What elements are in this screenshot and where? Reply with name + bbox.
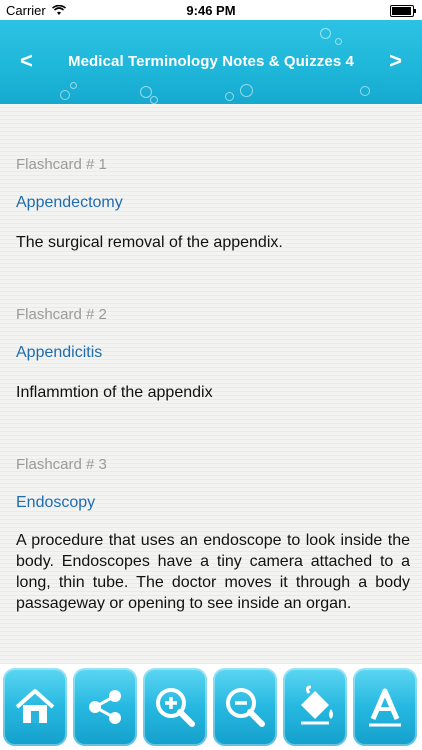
home-button[interactable] (3, 668, 67, 746)
decorative-bubble (240, 84, 253, 97)
previous-button[interactable]: < (20, 48, 33, 74)
next-button[interactable]: > (389, 48, 402, 74)
decorative-bubble (335, 38, 342, 45)
decorative-bubble (60, 90, 70, 100)
flashcard-term: Appendectomy (16, 194, 123, 211)
flashcard-definition: A procedure that uses an endoscope to lo… (16, 532, 410, 612)
decorative-bubble (225, 92, 234, 101)
font-button[interactable] (353, 668, 417, 746)
flashcard-number: Flashcard # 3 (16, 456, 107, 473)
decorative-bubble (150, 96, 158, 104)
navigation-bar: < Medical Terminology Notes & Quizzes 4 … (0, 20, 422, 104)
clock: 9:46 PM (186, 3, 236, 18)
share-icon (89, 690, 121, 724)
flashcard-term: Appendicitis (16, 344, 103, 361)
home-icon (15, 689, 55, 723)
decorative-bubble (360, 86, 370, 96)
flashcard-number: Flashcard # 2 (16, 306, 107, 323)
flashcard-number: Flashcard # 1 (16, 156, 107, 173)
status-bar: Carrier 9:46 PM (0, 0, 422, 20)
paint-bucket-icon (301, 685, 333, 725)
zoom-in-button[interactable] (143, 668, 207, 746)
battery-icon (390, 5, 416, 17)
theme-color-button[interactable] (283, 668, 347, 746)
flashcard-definition: Inflammtion of the appendix (16, 384, 213, 401)
flashcard-term: Endoscopy (16, 494, 96, 511)
flashcard-list: Flashcard # 1 Appendectomy The surgical … (0, 104, 422, 664)
flashcard-definition: The surgical removal of the appendix. (16, 234, 283, 251)
share-button[interactable] (73, 668, 137, 746)
zoom-out-icon (226, 688, 265, 727)
bottom-toolbar (0, 664, 422, 750)
zoom-out-button[interactable] (213, 668, 277, 746)
decorative-bubble (320, 28, 331, 39)
flashcard: Flashcard # 1 Appendectomy The surgical … (16, 156, 410, 251)
font-icon (369, 688, 401, 727)
flashcard: Flashcard # 3 Endoscopy A procedure that… (16, 456, 410, 612)
zoom-in-icon (156, 688, 195, 727)
flashcard: Flashcard # 2 Appendicitis Inflammtion o… (16, 306, 410, 401)
page-title: Medical Terminology Notes & Quizzes 4 (68, 53, 354, 70)
decorative-bubble (70, 82, 77, 89)
